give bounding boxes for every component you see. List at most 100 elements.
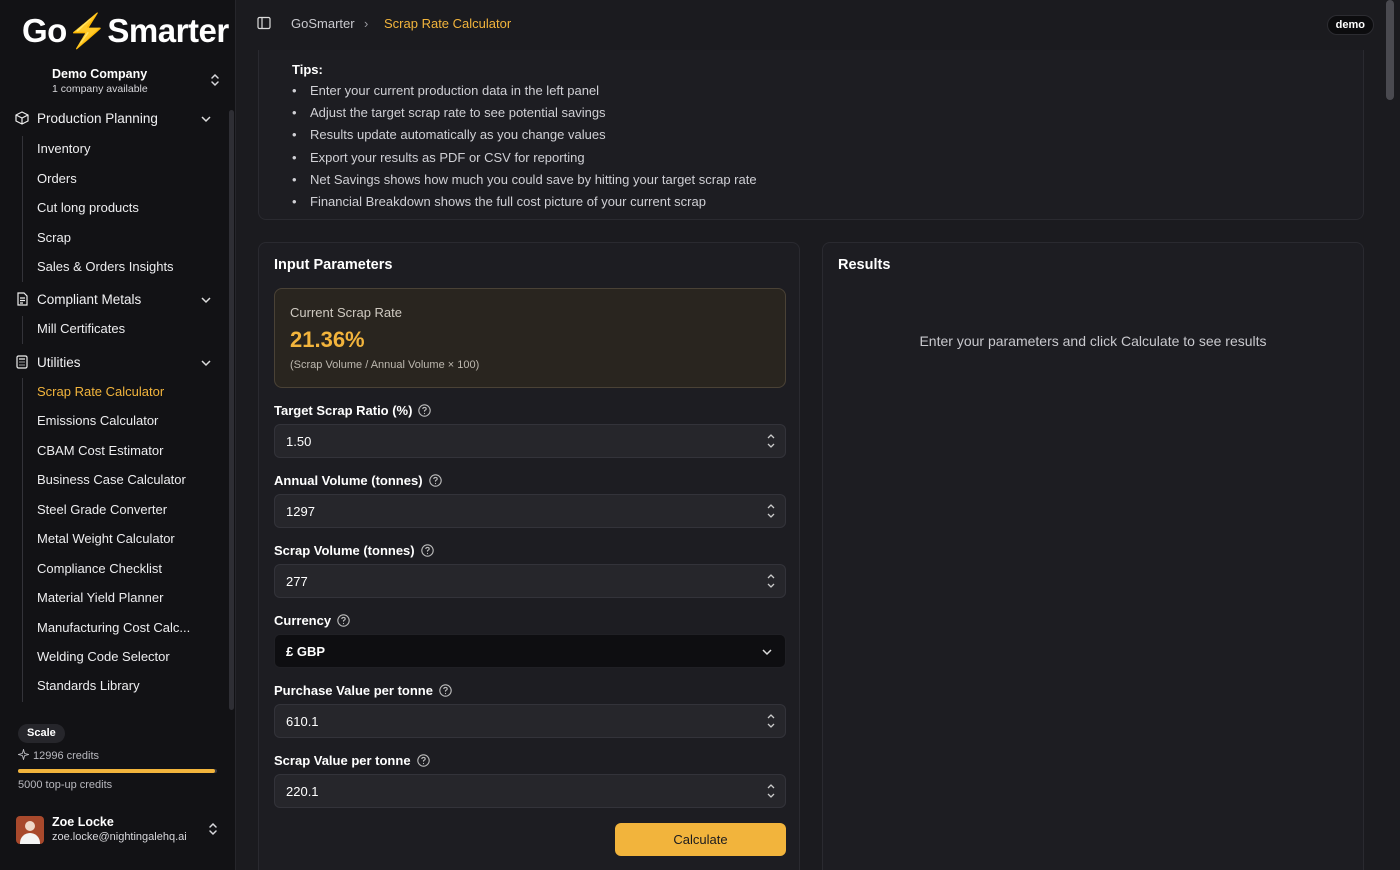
company-name: Demo Company <box>52 67 148 81</box>
sidebar-item-orders[interactable]: Orders <box>37 171 217 191</box>
nav-group-label: Production Planning <box>37 111 158 126</box>
sidebar-item-material-yield-planner[interactable]: Material Yield Planner <box>37 590 217 610</box>
scrap-value-field[interactable] <box>275 775 755 807</box>
stepper-icon[interactable] <box>765 709 777 733</box>
sparkle-icon <box>18 749 29 760</box>
chevrons-up-down-icon <box>209 822 217 836</box>
tree-line <box>22 136 23 282</box>
topup-credits: 5000 top-up credits <box>18 779 113 791</box>
list-item: Net Savings shows how much you could sav… <box>292 171 757 193</box>
sidebar-scrollbar[interactable] <box>229 110 234 710</box>
stepper-icon[interactable] <box>765 779 777 803</box>
company-switcher[interactable]: Demo Company 1 company available <box>10 60 228 100</box>
nav-group-utilities[interactable]: Utilities <box>10 348 220 376</box>
nav-group-label: Compliant Metals <box>37 292 142 307</box>
stepper-icon[interactable] <box>765 569 777 593</box>
sidebar-item-cbam-cost-estimator[interactable]: CBAM Cost Estimator <box>37 443 217 463</box>
annual-volume-field[interactable] <box>275 495 755 527</box>
sidebar-item-standards-library[interactable]: Standards Library <box>37 678 217 698</box>
tips-list: Enter your current production data in th… <box>292 82 757 215</box>
plan-badge: Scale <box>18 724 65 743</box>
document-icon <box>17 292 28 306</box>
currency-select[interactable]: £ GBP <box>274 634 786 668</box>
list-item: Export your results as PDF or CSV for re… <box>292 149 757 171</box>
scrap-volume-label: Scrap Volume (tonnes) <box>274 543 434 558</box>
help-circle-icon[interactable] <box>416 754 430 767</box>
sidebar-item-compliance-checklist[interactable]: Compliance Checklist <box>37 561 217 581</box>
sidebar-item-scrap[interactable]: Scrap <box>37 230 217 250</box>
purchase-value-label: Purchase Value per tonne <box>274 683 452 698</box>
nav-group-compliant-metals[interactable]: Compliant Metals <box>10 285 220 313</box>
list-item: Results update automatically as you chan… <box>292 126 757 148</box>
help-circle-icon[interactable] <box>428 474 442 487</box>
panel-title: Input Parameters <box>274 257 393 273</box>
breadcrumb-home[interactable]: GoSmarter <box>291 16 355 31</box>
credits-progress-fill <box>18 769 215 773</box>
credits-progress-bar <box>18 769 217 773</box>
stepper-icon[interactable] <box>765 499 777 523</box>
currency-selected-value: £ GBP <box>286 644 326 659</box>
sidebar-item-mill-certificates[interactable]: Mill Certificates <box>37 321 217 341</box>
page-scrollbar[interactable] <box>1386 0 1394 100</box>
chevron-down-icon <box>201 297 211 304</box>
target-scrap-ratio-label: Target Scrap Ratio (%) <box>274 403 432 418</box>
nav-group-production-planning[interactable]: Production Planning <box>10 104 220 132</box>
sidebar-item-metal-weight-calculator[interactable]: Metal Weight Calculator <box>37 531 217 551</box>
rate-formula: (Scrap Volume / Annual Volume × 100) <box>290 359 480 371</box>
chevron-down-icon <box>762 649 772 656</box>
sidebar: Go⚡Smarter Demo Company 1 company availa… <box>0 0 236 870</box>
purchase-value-input[interactable] <box>274 704 786 738</box>
sidebar-item-scrap-rate-calculator[interactable]: Scrap Rate Calculator <box>37 384 217 404</box>
tips-card: Tips: Enter your current production data… <box>258 50 1364 220</box>
user-name: Zoe Locke <box>52 815 114 829</box>
breadcrumb-separator: › <box>364 16 369 31</box>
app-logo[interactable]: Go⚡Smarter <box>22 12 229 51</box>
input-parameters-panel: Input Parameters Current Scrap Rate 21.3… <box>258 242 800 870</box>
list-item: Adjust the target scrap rate to see pote… <box>292 104 757 126</box>
sidebar-item-business-case-calculator[interactable]: Business Case Calculator <box>37 472 217 492</box>
tree-line <box>22 316 23 344</box>
environment-badge: demo <box>1326 15 1374 35</box>
calculate-button[interactable]: Calculate <box>615 823 786 856</box>
topbar: GoSmarter › Scrap Rate Calculator demo <box>237 0 1384 46</box>
results-panel: Results Enter your parameters and click … <box>822 242 1364 870</box>
breadcrumb-current: Scrap Rate Calculator <box>384 16 512 31</box>
sidebar-toggle-icon[interactable] <box>257 16 271 30</box>
target-scrap-ratio-input[interactable] <box>274 424 786 458</box>
sidebar-item-emissions-calculator[interactable]: Emissions Calculator <box>37 413 217 433</box>
user-menu[interactable]: Zoe Locke zoe.locke@nightingalehq.ai <box>16 815 226 847</box>
scrap-value-label: Scrap Value per tonne <box>274 753 430 768</box>
chevron-down-icon <box>201 360 211 367</box>
target-scrap-ratio-field[interactable] <box>275 425 755 457</box>
currency-label: Currency <box>274 613 350 628</box>
scrap-volume-field[interactable] <box>275 565 755 597</box>
annual-volume-input[interactable] <box>274 494 786 528</box>
sidebar-item-steel-grade-converter[interactable]: Steel Grade Converter <box>37 502 217 522</box>
scrap-volume-input[interactable] <box>274 564 786 598</box>
tips-title: Tips: <box>292 62 323 77</box>
purchase-value-field[interactable] <box>275 705 755 737</box>
chevron-down-icon <box>201 116 211 123</box>
credits-readout: 12996 credits <box>18 749 99 762</box>
sidebar-item-inventory[interactable]: Inventory <box>37 141 217 161</box>
results-empty-message: Enter your parameters and click Calculat… <box>919 333 1267 349</box>
box-icon <box>15 111 29 125</box>
sidebar-item-manufacturing-cost-calc[interactable]: Manufacturing Cost Calc... <box>37 620 217 640</box>
user-email: zoe.locke@nightingalehq.ai <box>52 831 187 843</box>
sidebar-item-welding-code-selector[interactable]: Welding Code Selector <box>37 649 217 669</box>
avatar <box>16 816 44 844</box>
list-item: Financial Breakdown shows the full cost … <box>292 193 757 215</box>
scrap-value-input[interactable] <box>274 774 786 808</box>
company-count: 1 company available <box>52 83 148 95</box>
nav-group-label: Utilities <box>37 355 81 370</box>
sidebar-item-sales-orders-insights[interactable]: Sales & Orders Insights <box>37 259 217 279</box>
sidebar-item-cut-long-products[interactable]: Cut long products <box>37 200 217 220</box>
rate-value: 21.36% <box>290 327 365 352</box>
help-circle-icon[interactable] <box>337 614 350 627</box>
help-circle-icon[interactable] <box>418 404 432 417</box>
credits-text: 12996 credits <box>33 750 100 762</box>
help-circle-icon[interactable] <box>420 544 434 557</box>
help-circle-icon[interactable] <box>439 684 452 697</box>
calculator-icon <box>16 355 28 369</box>
stepper-icon[interactable] <box>765 429 777 453</box>
